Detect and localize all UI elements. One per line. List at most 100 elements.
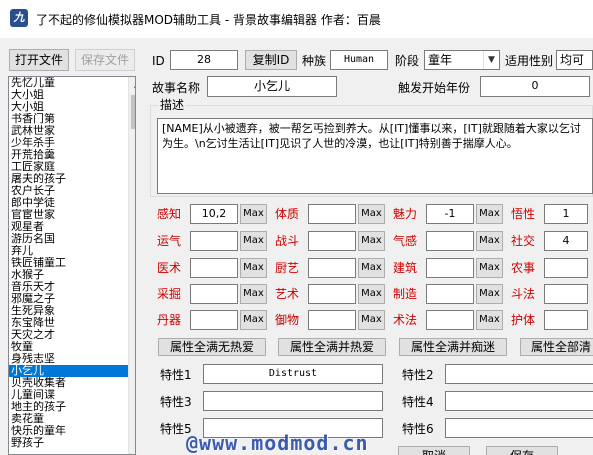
attr-value-field[interactable] xyxy=(308,284,356,304)
list-item[interactable]: 大小姐 xyxy=(9,101,135,113)
gender-select[interactable]: 均可 xyxy=(556,50,593,70)
scroll-thumb[interactable] xyxy=(131,95,135,129)
attr-max-button[interactable]: Max xyxy=(240,231,267,251)
trait-6-field[interactable] xyxy=(445,418,593,438)
attr-value-field[interactable] xyxy=(544,284,588,304)
list-item[interactable]: 小乞儿 xyxy=(9,365,135,377)
attr-value-field[interactable] xyxy=(308,231,356,251)
attr-value-field[interactable] xyxy=(426,258,474,278)
attr-value-field[interactable] xyxy=(190,310,238,330)
trait-1-label: 特性1 xyxy=(160,368,192,382)
attr-value-field[interactable]: -1 xyxy=(426,204,474,224)
copy-id-button[interactable]: 复制ID xyxy=(245,50,297,70)
attr-max-button[interactable]: Max xyxy=(476,284,503,304)
attr-max-button[interactable]: Max xyxy=(358,258,385,278)
preset-clear-all-button[interactable]: 属性全部清 xyxy=(520,338,593,356)
attr-value-field[interactable] xyxy=(426,284,474,304)
attr-value-field[interactable] xyxy=(190,284,238,304)
save-file-button[interactable]: 保存文件 xyxy=(75,49,135,71)
list-item[interactable]: 郎中学徒 xyxy=(9,197,135,209)
attr-value-field[interactable] xyxy=(426,310,474,330)
confirm-button[interactable]: 保存 xyxy=(486,446,558,455)
id-field[interactable]: 28 xyxy=(170,50,238,70)
preset-full-with-obsession-button[interactable]: 属性全满并痴迷 xyxy=(399,338,507,356)
list-item[interactable]: 观星者 xyxy=(9,221,135,233)
list-item[interactable]: 音乐天才 xyxy=(9,281,135,293)
attr-max-button[interactable]: Max xyxy=(476,231,503,251)
attr-max-button[interactable]: Max xyxy=(476,258,503,278)
attr-max-button[interactable]: Max xyxy=(358,310,385,330)
preset-full-with-passion-button[interactable]: 属性全满并热爱 xyxy=(278,338,386,356)
attr-max-button[interactable]: Max xyxy=(476,310,503,330)
list-item[interactable]: 牧童 xyxy=(9,341,135,353)
attr-value-field[interactable] xyxy=(426,231,474,251)
attr-value-field[interactable]: 1 xyxy=(544,204,588,224)
attr-label: 魅力 xyxy=(393,207,418,221)
list-item[interactable]: 邪魔之子 xyxy=(9,293,135,305)
list-item[interactable]: 卖花童 xyxy=(9,413,135,425)
trigger-age-field[interactable]: 0 xyxy=(480,76,590,97)
list-item[interactable]: 地主的孩子 xyxy=(9,401,135,413)
list-item[interactable]: 武林世家 xyxy=(9,125,135,137)
list-item[interactable]: 游历名国 xyxy=(9,233,135,245)
scroll-up-arrow-icon[interactable]: ▲ xyxy=(129,77,135,93)
list-item[interactable]: 农户长子 xyxy=(9,185,135,197)
list-item[interactable]: 官宦世家 xyxy=(9,209,135,221)
list-item[interactable]: 书香门第 xyxy=(9,113,135,125)
open-file-button[interactable]: 打开文件 xyxy=(9,49,69,71)
description-textarea[interactable]: [NAME]从小被遗弃，被一帮乞丐捡到养大。从[IT]懂事以来，[IT]就跟随着… xyxy=(157,118,593,194)
list-item[interactable]: 铁匠铺童工 xyxy=(9,257,135,269)
attr-max-button[interactable]: Max xyxy=(358,284,385,304)
race-field[interactable]: Human xyxy=(330,50,388,70)
attr-max-button[interactable]: Max xyxy=(358,231,385,251)
gender-select-value: 均可 xyxy=(560,53,585,67)
list-item[interactable]: 大小姐 xyxy=(9,89,135,101)
list-scrollbar[interactable]: ▲ xyxy=(128,77,135,454)
list-item[interactable]: 弃儿 xyxy=(9,245,135,257)
attr-value-field[interactable] xyxy=(308,310,356,330)
attr-max-button[interactable]: Max xyxy=(240,258,267,278)
trait-2-field[interactable] xyxy=(445,364,593,384)
attr-max-button[interactable]: Max xyxy=(240,204,267,224)
attr-value-field[interactable] xyxy=(308,204,356,224)
title-bar: 九 了不起的修仙模拟器MOD辅助工具 - 背景故事编辑器 作者：百晨 xyxy=(0,0,593,38)
attr-value-field[interactable] xyxy=(544,310,588,330)
list-item[interactable]: 水猴子 xyxy=(9,269,135,281)
story-list[interactable]: 先忆儿童 大小姐 大小姐 书香门第 武林世家 少年杀手 开荒拾羹 工匠家庭 屠夫的孩子 农户长子郎… xyxy=(8,76,136,455)
list-item[interactable]: 儿童间谍 xyxy=(9,389,135,401)
story-name-field[interactable]: 小乞儿 xyxy=(207,76,337,97)
list-item[interactable]: 屠夫的孩子 xyxy=(9,173,135,185)
stage-select[interactable]: 童年 ▼ xyxy=(424,50,500,70)
attr-max-button[interactable]: Max xyxy=(358,204,385,224)
attr-value-field[interactable] xyxy=(190,231,238,251)
list-item[interactable]: 少年杀手 xyxy=(9,137,135,149)
attr-value-field[interactable] xyxy=(190,258,238,278)
list-item[interactable]: 野孩子 xyxy=(9,437,135,449)
preset-full-no-passion-button[interactable]: 属性全满无热爱 xyxy=(158,338,266,356)
trait-1-field[interactable]: Distrust xyxy=(203,364,383,384)
list-item[interactable]: 工匠家庭 xyxy=(9,161,135,173)
trait-4-field[interactable] xyxy=(445,391,593,411)
list-item[interactable]: 身残志坚 xyxy=(9,353,135,365)
attr-label: 感知 xyxy=(157,207,182,221)
attr-value-field[interactable]: 10,2 xyxy=(190,204,238,224)
list-item[interactable]: 开荒拾羹 xyxy=(9,149,135,161)
attr-value-field[interactable] xyxy=(308,258,356,278)
list-item[interactable]: 生死异象 xyxy=(9,305,135,317)
trait-3-field[interactable] xyxy=(203,391,383,411)
list-item[interactable]: 东宝降世 xyxy=(9,317,135,329)
attr-max-button[interactable]: Max xyxy=(476,204,503,224)
list-item[interactable]: 贝壳收集者 xyxy=(9,377,135,389)
attr-max-button[interactable]: Max xyxy=(240,284,267,304)
list-item[interactable]: 天灾之才 xyxy=(9,329,135,341)
list-item[interactable]: 快乐的童年 xyxy=(9,425,135,437)
attr-label: 厨艺 xyxy=(275,261,300,275)
chevron-down-icon: ▼ xyxy=(483,51,499,69)
cancel-button[interactable]: 取消 xyxy=(398,446,470,455)
attr-label: 丹器 xyxy=(157,313,182,327)
attr-value-field[interactable] xyxy=(544,258,588,278)
list-item[interactable]: 先忆儿童 xyxy=(9,77,135,89)
attr-label: 艺术 xyxy=(275,287,300,301)
attr-max-button[interactable]: Max xyxy=(240,310,267,330)
attr-value-field[interactable]: 4 xyxy=(544,231,588,251)
